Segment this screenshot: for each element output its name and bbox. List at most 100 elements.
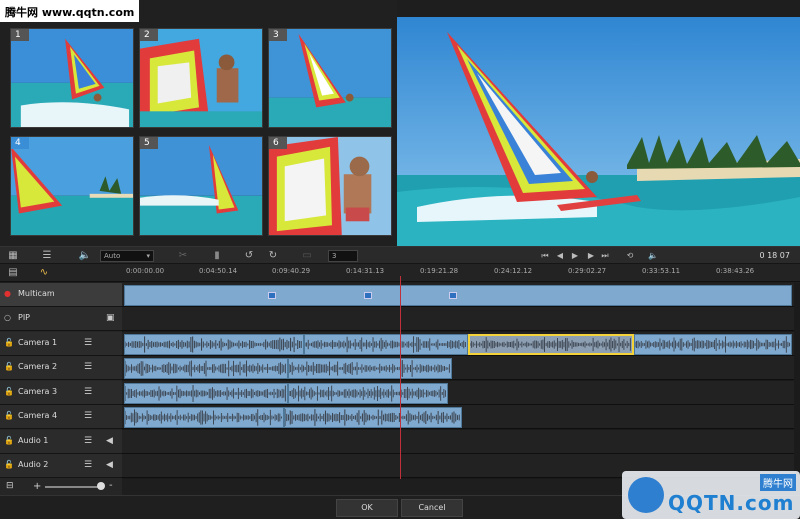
video-clip[interactable] bbox=[288, 383, 448, 404]
waveform-path bbox=[125, 385, 286, 402]
volume-icon[interactable]: 🔈 bbox=[78, 249, 92, 263]
circle-icon: ○ bbox=[4, 313, 11, 322]
track-label: Camera 4 bbox=[18, 411, 58, 420]
camera-number-badge: 6 bbox=[269, 137, 287, 149]
speaker-icon[interactable]: ◀ bbox=[106, 436, 113, 446]
track-header-audio-2[interactable]: 🔓 Audio 2 ☰ ◀ bbox=[0, 454, 122, 478]
camera-thumb-2[interactable]: 2 bbox=[139, 28, 263, 128]
audio-waveform-icon[interactable]: ∿ bbox=[36, 266, 52, 280]
cut-marker[interactable] bbox=[449, 292, 457, 299]
waveform bbox=[125, 385, 286, 402]
editor-toolbar: ▦ ☰ 🔈 Auto ▾ ✂ ▮ ↺ ↻ ▭ 3 ⏮ ◀ ▶ ▶ ⏭ ⟲ 🔈 0 … bbox=[0, 246, 800, 264]
track-label: Multicam bbox=[18, 289, 55, 298]
lock-icon[interactable]: 🔓 bbox=[4, 387, 14, 397]
ruler-label: 0:24:12.12 bbox=[494, 267, 533, 275]
video-clip[interactable] bbox=[304, 334, 468, 355]
track-settings-icon[interactable]: ☰ bbox=[84, 338, 92, 348]
waveform-path bbox=[285, 409, 460, 426]
waveform bbox=[635, 336, 790, 353]
pip-icon[interactable]: ▣ bbox=[106, 313, 115, 323]
track-header-camera-1[interactable]: 🔓 Camera 1 ☰ bbox=[0, 332, 122, 356]
track-settings-icon[interactable]: ☰ bbox=[84, 362, 92, 372]
surf-image bbox=[140, 137, 262, 235]
zoom-control: ⊟ + - bbox=[0, 479, 122, 495]
video-clip[interactable] bbox=[284, 407, 462, 428]
skip-forward-icon[interactable]: ⏭ bbox=[600, 249, 610, 263]
lane-camera-4 bbox=[122, 405, 794, 429]
surf-image bbox=[11, 137, 133, 235]
lock-icon[interactable]: 🔓 bbox=[4, 338, 14, 348]
marker-icon[interactable]: ▮ bbox=[210, 249, 224, 263]
camera-number-badge: 1 bbox=[11, 29, 29, 41]
track-header-camera-3[interactable]: 🔓 Camera 3 ☰ bbox=[0, 381, 122, 405]
track-header-camera-2[interactable]: 🔓 Camera 2 ☰ bbox=[0, 356, 122, 380]
lock-icon[interactable]: 🔓 bbox=[4, 411, 14, 421]
video-clip[interactable] bbox=[124, 407, 284, 428]
waveform bbox=[125, 409, 282, 426]
track-settings-icon[interactable]: ☰ bbox=[84, 460, 92, 470]
lane-camera-3 bbox=[122, 381, 794, 405]
ruler-label: 0:33:53.11 bbox=[642, 267, 681, 275]
cancel-button[interactable]: Cancel bbox=[401, 499, 463, 517]
lane-multicam bbox=[122, 283, 794, 307]
list-icon[interactable]: ☰ bbox=[38, 249, 56, 263]
lock-icon[interactable]: 🔓 bbox=[4, 436, 14, 446]
cut-marker[interactable] bbox=[364, 292, 372, 299]
loop-icon[interactable]: ⟲ bbox=[624, 249, 636, 263]
counter-field[interactable]: 3 bbox=[328, 250, 358, 262]
track-header-camera-4[interactable]: 🔓 Camera 4 ☰ bbox=[0, 405, 122, 429]
zoom-fit-icon[interactable]: ⊟ bbox=[6, 481, 14, 491]
zoom-slider-track[interactable] bbox=[45, 486, 103, 488]
video-clip[interactable] bbox=[124, 383, 288, 404]
cut-marker[interactable] bbox=[268, 292, 276, 299]
camera-thumb-3[interactable]: 3 bbox=[268, 28, 392, 128]
step-back-icon[interactable]: ◀ bbox=[555, 249, 565, 263]
playhead[interactable] bbox=[400, 276, 401, 479]
selected-clip[interactable] bbox=[468, 334, 634, 355]
multicam-editor-window: 腾牛网 www.qqtn.com 1 2 3 4 5 6 ▦ ☰ 🔈 Auto … bbox=[0, 0, 800, 519]
zoom-slider-knob[interactable] bbox=[97, 482, 105, 490]
camera-thumb-1[interactable]: 1 bbox=[10, 28, 134, 128]
track-settings-icon[interactable]: ☰ bbox=[84, 387, 92, 397]
play-icon[interactable]: ▶ bbox=[570, 249, 580, 263]
scissors-icon[interactable]: ✂ bbox=[176, 249, 190, 263]
chevron-down-icon: ▾ bbox=[146, 252, 150, 260]
waveform bbox=[289, 360, 450, 377]
watermark-right: QQTN.com 腾牛网 bbox=[622, 471, 800, 519]
lane-camera-2 bbox=[122, 356, 794, 380]
waveform bbox=[470, 337, 631, 352]
lock-icon[interactable]: 🔓 bbox=[4, 362, 14, 372]
camera-thumb-4[interactable]: 4 bbox=[10, 136, 134, 236]
playback-volume-icon[interactable]: 🔈 bbox=[646, 249, 660, 263]
storyboard-icon[interactable]: ▤ bbox=[6, 266, 20, 280]
frame-icon[interactable]: ▭ bbox=[300, 249, 314, 263]
grid-icon[interactable]: ▦ bbox=[6, 249, 20, 263]
track-settings-icon[interactable]: ☰ bbox=[84, 411, 92, 421]
track-header-audio-1[interactable]: 🔓 Audio 1 ☰ ◀ bbox=[0, 430, 122, 454]
rotate-right-icon[interactable]: ↻ bbox=[266, 249, 280, 263]
track-header-pip[interactable]: ○ PIP ▣ bbox=[0, 307, 122, 331]
mode-select[interactable]: Auto ▾ bbox=[100, 250, 154, 262]
skip-back-icon[interactable]: ⏮ bbox=[540, 249, 550, 263]
camera-number-badge: 2 bbox=[140, 29, 158, 41]
rotate-left-icon[interactable]: ↺ bbox=[242, 249, 256, 263]
camera-grid: 1 2 3 4 5 6 bbox=[0, 0, 397, 246]
lock-icon[interactable]: 🔓 bbox=[4, 460, 14, 470]
video-clip[interactable] bbox=[288, 358, 452, 379]
zoom-in-icon[interactable]: + bbox=[33, 481, 41, 492]
camera-thumb-6[interactable]: 6 bbox=[268, 136, 392, 236]
waveform-path bbox=[125, 336, 302, 353]
video-clip[interactable] bbox=[124, 334, 304, 355]
zoom-out-icon[interactable]: - bbox=[109, 480, 113, 491]
ok-button[interactable]: OK bbox=[336, 499, 398, 517]
video-clip[interactable] bbox=[124, 358, 288, 379]
multicam-clip[interactable] bbox=[124, 285, 792, 306]
vertical-scrollbar[interactable] bbox=[794, 283, 800, 479]
speaker-icon[interactable]: ◀ bbox=[106, 460, 113, 470]
video-clip[interactable] bbox=[634, 334, 792, 355]
track-header-multicam[interactable]: ● Multicam bbox=[0, 283, 122, 307]
mode-select-value: Auto bbox=[104, 252, 121, 260]
track-settings-icon[interactable]: ☰ bbox=[84, 436, 92, 446]
camera-thumb-5[interactable]: 5 bbox=[139, 136, 263, 236]
step-forward-icon[interactable]: ▶ bbox=[586, 249, 596, 263]
